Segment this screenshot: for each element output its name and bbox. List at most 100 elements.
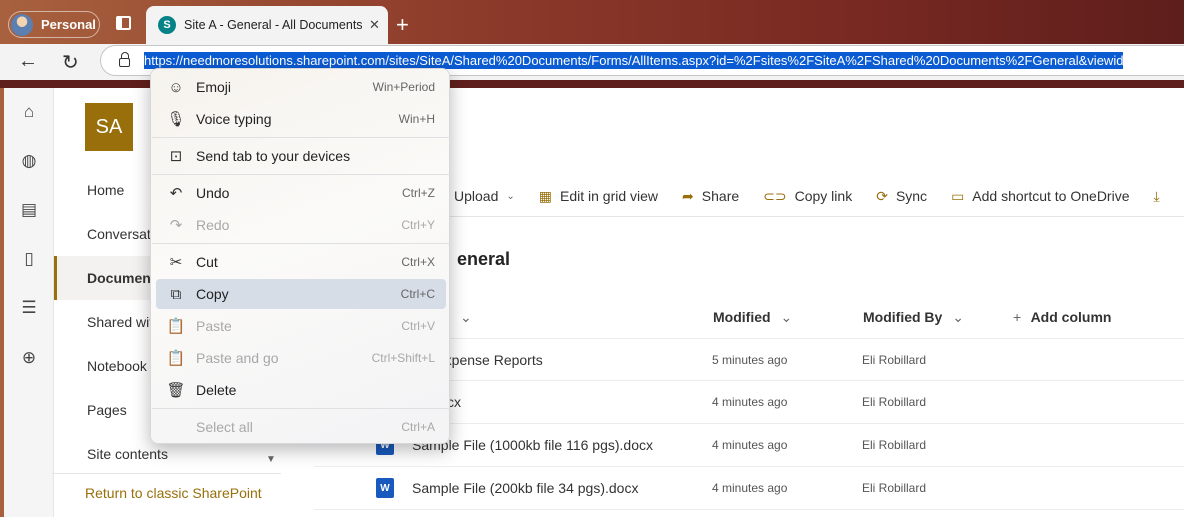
tab-actions-icon[interactable]: [116, 16, 131, 30]
plus-icon: +: [1013, 309, 1022, 325]
menu-item-shortcut: Ctrl+Z: [402, 186, 435, 200]
menu-item-label: Paste and go: [196, 350, 279, 366]
sync-icon: ⟳: [876, 187, 888, 204]
chevron-down-icon: ⌄: [780, 309, 793, 325]
profile-label: Personal: [41, 17, 96, 32]
library-title: eneral: [457, 249, 511, 269]
back-arrow-icon[interactable]: ←: [18, 50, 38, 73]
app-rail: ⌂ ◍ ▤ ▯ ☰ ⊕: [4, 88, 54, 517]
menu-item-redo[interactable]: ↷ Redo Ctrl+Y: [156, 210, 446, 240]
upload-label: Upload: [454, 188, 499, 204]
word-doc-icon: W: [376, 478, 394, 498]
globe-icon[interactable]: ◍: [18, 150, 40, 172]
modified-by-value[interactable]: Eli Robillard: [862, 438, 926, 452]
url-text[interactable]: https://needmoresolutions.sharepoint.com…: [144, 52, 1124, 69]
copy-link-button[interactable]: ⊂⊃ Copy link: [763, 188, 852, 205]
upload-button[interactable]: Upload ⌄: [454, 188, 515, 204]
column-modified-label: Modified: [713, 309, 771, 325]
menu-item-shortcut: Win+H: [398, 112, 435, 126]
browser-tab[interactable]: S Site A - General - All Documents ✕: [146, 6, 388, 44]
scissors-icon: ✂: [169, 254, 183, 271]
menu-item-send-tab[interactable]: ⊡ Send tab to your devices: [156, 141, 446, 171]
modified-value: 5 minutes ago: [712, 353, 788, 367]
redo-icon: ↷: [169, 217, 183, 234]
home-icon[interactable]: ⌂: [18, 101, 40, 123]
emoji-icon: ☺: [168, 78, 184, 96]
share-label: Share: [701, 188, 740, 204]
menu-item-undo[interactable]: ↶ Undo Ctrl+Z: [156, 178, 446, 208]
link-icon: ⊂⊃: [763, 187, 787, 204]
download-button[interactable]: ⤓: [1153, 188, 1167, 205]
paste-icon: 📋: [166, 318, 186, 335]
create-icon[interactable]: ⊕: [18, 347, 40, 369]
menu-separator: [152, 408, 450, 409]
modified-by-value[interactable]: Eli Robillard: [862, 353, 926, 367]
menu-item-emoji[interactable]: ☺ Emoji Win+Period: [156, 72, 446, 102]
modified-by-value[interactable]: Eli Robillard: [862, 481, 926, 495]
menu-item-select-all[interactable]: Select all Ctrl+A: [156, 412, 446, 442]
menu-item-label: Delete: [196, 382, 237, 398]
site-logo[interactable]: SA: [85, 103, 133, 151]
modified-value: 4 minutes ago: [712, 481, 788, 495]
add-shortcut-button[interactable]: ▭ Add shortcut to OneDrive: [951, 188, 1129, 205]
menu-item-shortcut: Ctrl+Y: [401, 218, 435, 232]
menu-item-shortcut: Win+Period: [372, 80, 435, 94]
sync-button[interactable]: ⟳ Sync: [876, 188, 927, 205]
copy-link-label: Copy link: [794, 188, 853, 204]
file-name[interactable]: Sample File (200kb file 34 pgs).docx: [412, 480, 638, 496]
nav-divider: [52, 473, 281, 474]
menu-separator: [152, 137, 450, 138]
menu-separator: [152, 174, 450, 175]
download-icon: ⤓: [1153, 187, 1160, 204]
menu-item-voice-typing[interactable]: 🎙 Voice typing Win+H: [156, 104, 446, 134]
table-row[interactable]: W Sample File (200kb file 34 pgs).docx 4…: [314, 467, 1184, 510]
edit-grid-button[interactable]: ▦ Edit in grid view: [539, 188, 658, 205]
menu-item-label: Copy: [196, 286, 229, 302]
folder-shortcut-icon: ▭: [951, 187, 965, 204]
modified-value: 4 minutes ago: [712, 438, 788, 452]
add-shortcut-label: Add shortcut to OneDrive: [972, 188, 1130, 204]
copy-icon: ⧉: [170, 285, 182, 303]
news-icon[interactable]: ▤: [18, 199, 40, 221]
share-icon: ➦: [682, 187, 694, 204]
menu-separator: [152, 243, 450, 244]
scroll-down-icon[interactable]: ▼: [266, 454, 276, 465]
sharepoint-icon: S: [158, 16, 176, 34]
profile-button[interactable]: Personal: [8, 11, 100, 38]
file-icon[interactable]: ▯: [18, 248, 40, 270]
lists-icon[interactable]: ☰: [18, 297, 40, 319]
name-sort-chevron-icon[interactable]: ⌄: [460, 309, 472, 326]
menu-item-cut[interactable]: ✂ Cut Ctrl+X: [156, 247, 446, 277]
menu-item-label: Cut: [196, 254, 218, 270]
classic-sharepoint-link[interactable]: Return to classic SharePoint: [85, 485, 262, 501]
modified-by-value[interactable]: Eli Robillard: [862, 395, 926, 409]
menu-item-label: Emoji: [196, 79, 232, 95]
menu-item-label: Send tab to your devices: [196, 148, 351, 164]
menu-item-label: Paste: [196, 318, 232, 334]
menu-item-label: Select all: [196, 419, 253, 435]
refresh-icon[interactable]: ↻: [62, 50, 79, 75]
column-modified-by[interactable]: Modified By ⌄: [863, 309, 964, 326]
menu-item-delete[interactable]: 🗑 Delete: [156, 375, 446, 405]
menu-item-copy[interactable]: ⧉ Copy Ctrl+C: [156, 279, 446, 309]
tab-title: Site A - General - All Documents: [184, 18, 363, 32]
avatar: [11, 13, 33, 36]
menu-item-paste-and-go[interactable]: 📋 Paste and go Ctrl+Shift+L: [156, 343, 446, 373]
menu-item-shortcut: Ctrl+Shift+L: [371, 351, 435, 365]
add-column-button[interactable]: + Add column: [1013, 309, 1111, 325]
modified-value: 4 minutes ago: [712, 395, 788, 409]
menu-item-paste[interactable]: 📋 Paste Ctrl+V: [156, 311, 446, 341]
devices-icon: ⊡: [169, 148, 183, 165]
share-button[interactable]: ➦ Share: [682, 188, 739, 205]
chevron-down-icon: ⌄: [506, 190, 515, 202]
menu-item-shortcut: Ctrl+A: [401, 420, 435, 434]
column-modified[interactable]: Modified ⌄: [713, 309, 792, 326]
microphone-icon: 🎙: [166, 111, 186, 128]
new-tab-button[interactable]: +: [396, 12, 409, 38]
menu-item-shortcut: Ctrl+X: [401, 255, 435, 269]
lock-icon[interactable]: [119, 52, 130, 67]
grid-icon: ▦: [538, 187, 552, 204]
menu-item-label: Undo: [196, 185, 230, 201]
close-icon[interactable]: ✕: [369, 17, 380, 33]
menu-item-label: Voice typing: [196, 111, 272, 127]
